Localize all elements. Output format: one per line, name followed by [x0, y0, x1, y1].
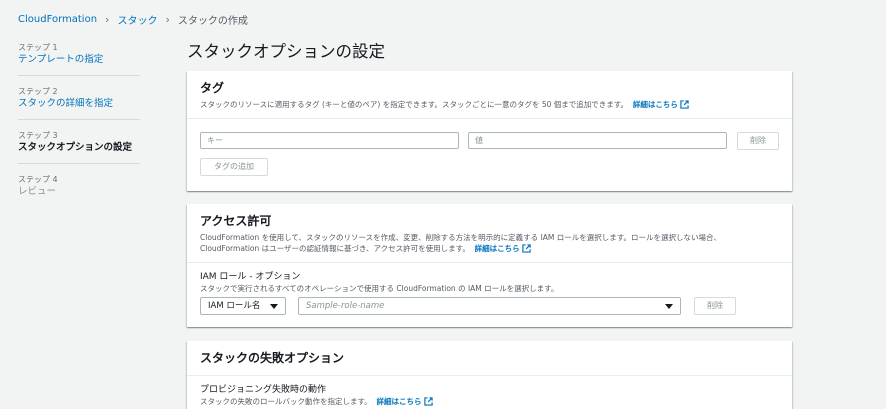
permissions-learn-more-link[interactable]: 詳細はこちら — [475, 244, 531, 253]
tag-key-input[interactable]: キー — [200, 132, 459, 149]
tags-learn-more-link[interactable]: 詳細はこちら — [633, 100, 689, 109]
iam-role-name-select[interactable]: Sample-role-name — [298, 297, 681, 315]
page-title: スタックオプションの設定 — [187, 42, 385, 61]
iam-role-type-select[interactable]: IAM ロール名 — [200, 297, 286, 315]
step-number: ステップ 3 — [18, 131, 58, 140]
chevron-right-icon: › — [105, 12, 110, 26]
tags-body: キー 値 削除 タグの追加 — [187, 119, 792, 187]
external-link-icon — [423, 397, 433, 406]
step-current-stack-options: スタックオプションの設定 — [18, 142, 133, 153]
tag-value-input[interactable]: 値 — [468, 132, 727, 149]
wizard-steps: ステップ 1 テンプレートの指定 ステップ 2 スタックの詳細を指定 ステップ … — [18, 40, 140, 215]
failure-learn-more-link[interactable]: 詳細はこちら — [377, 397, 433, 406]
permissions-panel-header: アクセス許可 CloudFormation を使用して、スタックのリソースを作成… — [187, 204, 792, 263]
permissions-body: IAM ロール - オプション スタックで実行されるすべてのオペレーションで使用… — [187, 263, 792, 327]
add-tag-button[interactable]: タグの追加 — [200, 158, 268, 176]
permissions-description: CloudFormation を使用して、スタックのリソースを作成、変更、削除す… — [200, 233, 722, 253]
iam-role-name-placeholder: Sample-role-name — [306, 301, 385, 311]
step-number: ステップ 4 — [18, 175, 58, 184]
permissions-panel: アクセス許可 CloudFormation を使用して、スタックのリソースを作成… — [187, 204, 792, 327]
breadcrumb-stacks[interactable]: スタック — [117, 12, 157, 27]
wizard-step-3: ステップ 3 スタックオプションの設定 — [18, 128, 140, 164]
provision-failure-label: プロビジョニング失敗時の動作 — [200, 385, 327, 395]
tags-panel-header: タグ スタックのリソースに適用するタグ (キーと値のペア) を指定できます。スタ… — [187, 71, 792, 119]
wizard-step-4: ステップ 4 レビュー — [18, 172, 140, 207]
external-link-icon — [680, 100, 689, 109]
tags-panel: タグ スタックのリソースに適用するタグ (キーと値のペア) を指定できます。スタ… — [187, 71, 792, 191]
breadcrumb-create-stack: スタックの作成 — [177, 15, 248, 27]
step-link-stack-details[interactable]: スタックの詳細を指定 — [18, 97, 140, 110]
iam-role-description: スタックで実行されるすべてのオペレーションで使用する CloudFormatio… — [200, 284, 559, 293]
tag-remove-button[interactable]: 削除 — [737, 132, 779, 150]
failure-panel-header: スタックの失敗オプション — [187, 341, 792, 376]
step-link-specify-template[interactable]: テンプレートの指定 — [18, 53, 140, 66]
provision-failure-description: スタックの失敗のロールバック動作を指定します。 詳細はこちら — [200, 396, 779, 407]
tags-title: タグ — [200, 81, 225, 95]
permissions-title: アクセス許可 — [200, 214, 272, 228]
external-link-icon — [521, 244, 531, 253]
iam-role-type-value: IAM ロール名 — [208, 301, 261, 311]
iam-role-remove-button[interactable]: 削除 — [694, 297, 736, 315]
tags-description: スタックのリソースに適用するタグ (キーと値のペア) を指定できます。スタックご… — [200, 99, 779, 110]
chevron-right-icon: › — [165, 12, 170, 26]
wizard-step-2: ステップ 2 スタックの詳細を指定 — [18, 84, 140, 120]
failure-title: スタックの失敗オプション — [200, 351, 345, 365]
iam-role-label: IAM ロール - オプション — [200, 272, 301, 282]
caret-down-icon — [270, 303, 278, 309]
step-number: ステップ 1 — [18, 43, 58, 52]
caret-down-icon — [665, 303, 673, 309]
breadcrumb: CloudFormation › スタック › スタックの作成 — [18, 12, 248, 27]
stack-failure-panel: スタックの失敗オプション プロビジョニング失敗時の動作 スタックの失敗のロールバ… — [187, 341, 792, 409]
failure-body: プロビジョニング失敗時の動作 スタックの失敗のロールバック動作を指定します。 詳… — [187, 376, 792, 409]
step-review: レビュー — [18, 186, 57, 197]
breadcrumb-cloudformation[interactable]: CloudFormation — [18, 14, 97, 25]
step-number: ステップ 2 — [18, 87, 58, 96]
wizard-step-1: ステップ 1 テンプレートの指定 — [18, 40, 140, 76]
